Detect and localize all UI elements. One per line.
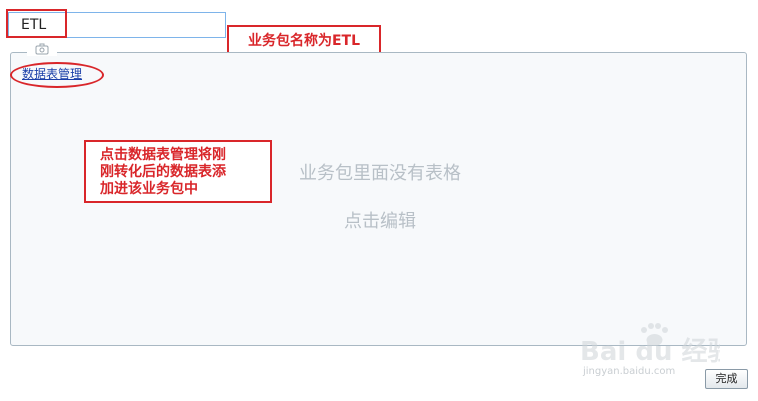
done-button[interactable]: 完成 [705, 369, 748, 389]
panel-tab[interactable] [27, 42, 57, 56]
click-to-edit-link[interactable]: 点击编辑 [300, 207, 460, 233]
instruction-callout: 点击数据表管理将刚 刚转化后的数据表添 加进该业务包中 [84, 140, 272, 203]
watermark-url: jingyan.baidu.com [583, 366, 676, 377]
instruction-line-3: 加进该业务包中 [100, 181, 198, 197]
camera-icon [35, 43, 49, 55]
package-name-input[interactable] [8, 12, 226, 38]
instruction-line-1: 点击数据表管理将刚 [100, 147, 226, 163]
instruction-line-2: 刚转化后的数据表添 [100, 164, 226, 180]
table-management-link[interactable]: 数据表管理 [22, 65, 82, 82]
empty-package-message: 业务包里面没有表格 [299, 163, 461, 184]
business-package-editor: 业务包名称为ETL 数据表管理 点击数据表管理将刚 刚转化后的数据表添 加进该业… [0, 0, 758, 401]
